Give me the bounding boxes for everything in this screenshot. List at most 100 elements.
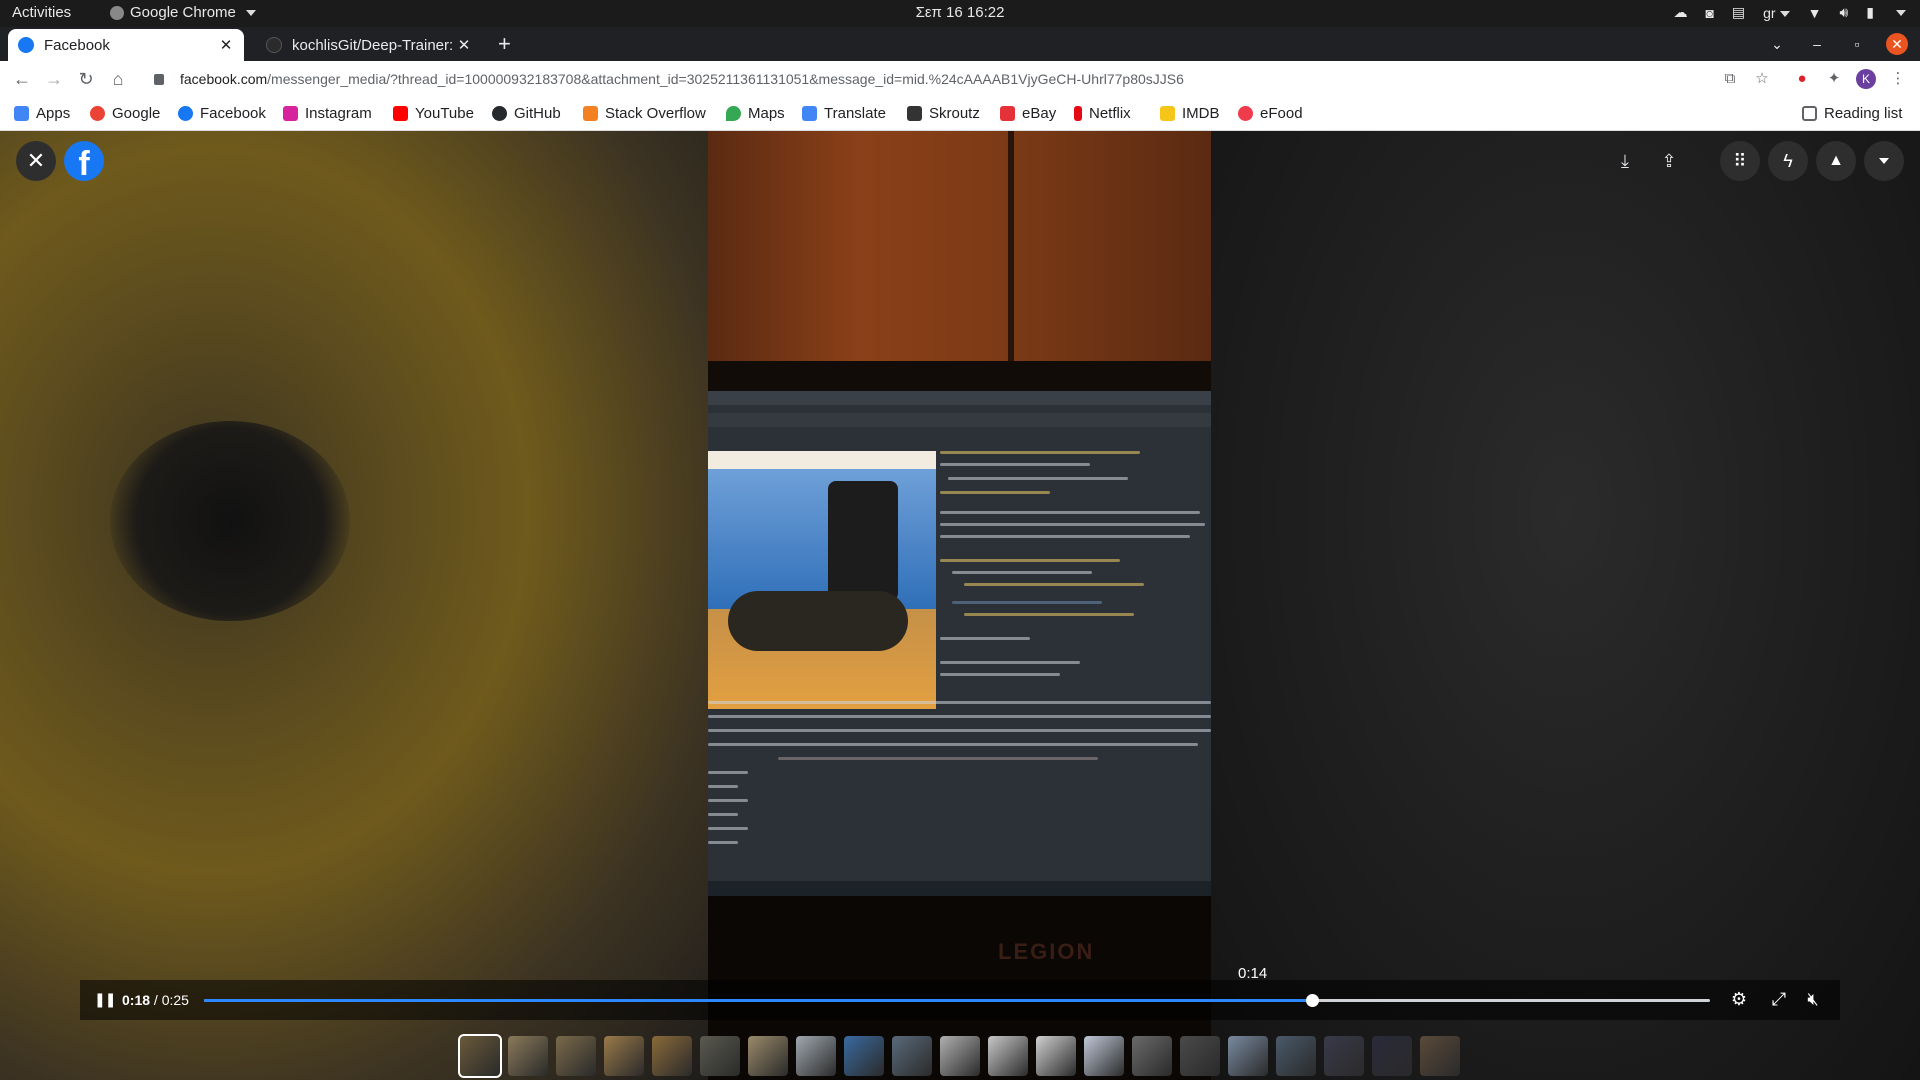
bookmark-stackoverflow[interactable]: Stack Overflow: [583, 105, 706, 122]
media-thumbnail[interactable]: [940, 1036, 980, 1076]
media-thumbnail[interactable]: [796, 1036, 836, 1076]
media-thumbnail[interactable]: [892, 1036, 932, 1076]
clock[interactable]: Σεπ 16 16:22: [0, 4, 1920, 21]
lock-icon[interactable]: [154, 73, 164, 85]
pause-button[interactable]: ❚❚: [94, 991, 116, 1008]
address-bar[interactable]: facebook.com/messenger_media/?thread_id=…: [140, 65, 1720, 93]
bookmark-imdb[interactable]: IMDB: [1160, 105, 1220, 122]
cloud-icon[interactable]: ☁: [1673, 4, 1687, 21]
media-thumbnail[interactable]: [652, 1036, 692, 1076]
url-host: facebook.com: [180, 71, 268, 87]
drive-icon[interactable]: ▤: [1732, 4, 1745, 21]
media-thumbnail[interactable]: [844, 1036, 884, 1076]
url-path: /messenger_media/?thread_id=100000932183…: [267, 71, 1184, 87]
tab-facebook[interactable]: Facebook ✕: [8, 29, 244, 61]
minimize-button[interactable]: –: [1806, 33, 1828, 55]
bookmark-netflix[interactable]: Netflix: [1074, 105, 1131, 122]
media-thumbnail[interactable]: [1132, 1036, 1172, 1076]
reading-list-button[interactable]: Reading list: [1802, 105, 1902, 122]
bookmark-youtube[interactable]: YouTube: [393, 105, 474, 122]
menu-button[interactable]: ⠿: [1720, 141, 1760, 181]
blurred-background-right: [1211, 131, 1920, 1080]
tab-github[interactable]: kochlisGit/Deep-Trainer: ✕: [256, 29, 482, 61]
blurred-background-left: [0, 131, 708, 1080]
settings-gear-icon[interactable]: ⚙: [1728, 989, 1750, 1010]
media-thumbnail[interactable]: [1420, 1036, 1460, 1076]
media-thumbnail-strip: [458, 1034, 1460, 1078]
video-player[interactable]: LEGION: [708, 131, 1211, 1080]
media-thumbnail[interactable]: [748, 1036, 788, 1076]
tab-search-icon[interactable]: ⌄: [1766, 33, 1788, 55]
bookmark-apps[interactable]: Apps: [14, 105, 70, 122]
volume-icon[interactable]: 🔊︎: [1839, 4, 1848, 21]
media-thumbnail[interactable]: [1084, 1036, 1124, 1076]
video-frame-monitor: [708, 391, 1211, 896]
close-tab-icon[interactable]: ✕: [218, 36, 234, 54]
instagram-icon: [283, 106, 298, 121]
bookmark-facebook[interactable]: Facebook: [178, 105, 266, 122]
discord-icon[interactable]: ◙: [1705, 5, 1713, 21]
messenger-button[interactable]: ϟ: [1768, 141, 1808, 181]
download-icon[interactable]: ⤓: [1612, 148, 1638, 174]
translate-page-icon[interactable]: ⧉: [1720, 69, 1740, 89]
legion-brand-text: LEGION: [998, 939, 1095, 964]
share-icon[interactable]: ⇪: [1656, 148, 1682, 174]
media-thumbnail[interactable]: [458, 1034, 502, 1078]
seek-hover-time: 0:14: [1238, 965, 1268, 982]
fullscreen-icon[interactable]: ⤢: [1768, 989, 1790, 1010]
facebook-logo[interactable]: f: [64, 141, 104, 181]
new-tab-button[interactable]: +: [498, 31, 511, 57]
seek-bar[interactable]: 0:14: [204, 965, 1710, 1007]
chrome-menu-icon[interactable]: ⋮: [1888, 69, 1908, 89]
media-thumbnail[interactable]: [1036, 1036, 1076, 1076]
bookmark-star-icon[interactable]: ☆: [1752, 69, 1772, 89]
stackoverflow-icon: [583, 106, 598, 121]
forward-button[interactable]: →: [42, 67, 66, 91]
close-window-button[interactable]: ✕: [1886, 33, 1908, 55]
media-thumbnail[interactable]: [508, 1036, 548, 1076]
bookmark-google[interactable]: Google: [90, 105, 160, 122]
close-viewer-button[interactable]: ✕: [16, 141, 56, 181]
seek-bar-handle[interactable]: [1306, 994, 1320, 1007]
bookmark-maps[interactable]: Maps: [726, 105, 785, 122]
system-tray[interactable]: ☁ ◙ ▤ gr ▼ 🔊︎ ▮: [1673, 4, 1906, 21]
bookmark-instagram[interactable]: Instagram: [283, 105, 372, 122]
mute-icon[interactable]: 🔇︎: [1802, 989, 1824, 1010]
imdb-icon: [1160, 106, 1175, 121]
maximize-button[interactable]: ▫: [1846, 33, 1868, 55]
media-thumbnail[interactable]: [1276, 1036, 1316, 1076]
extensions-puzzle-icon[interactable]: ✦: [1824, 69, 1844, 89]
media-thumbnail[interactable]: [604, 1036, 644, 1076]
home-button[interactable]: ⌂: [106, 67, 130, 91]
wifi-icon[interactable]: ▼: [1808, 5, 1822, 21]
video-frame-webcam-window: [708, 451, 936, 709]
media-thumbnail[interactable]: [988, 1036, 1028, 1076]
media-thumbnail[interactable]: [1228, 1036, 1268, 1076]
bookmark-ebay[interactable]: eBay: [1000, 105, 1056, 122]
menu-grid-icon: ⠿: [1733, 150, 1747, 171]
reload-button[interactable]: ↻: [74, 67, 98, 91]
system-menu-chevron-icon[interactable]: [1896, 9, 1906, 16]
bookmark-efood[interactable]: eFood: [1238, 105, 1303, 122]
battery-icon[interactable]: ▮: [1866, 4, 1874, 21]
back-button[interactable]: ←: [10, 67, 34, 91]
bookmark-skroutz[interactable]: Skroutz: [907, 105, 980, 122]
media-thumbnail[interactable]: [1180, 1036, 1220, 1076]
account-menu-button[interactable]: [1864, 141, 1904, 181]
opera-extension-icon[interactable]: ●: [1792, 69, 1812, 89]
bookmark-translate[interactable]: Translate: [802, 105, 886, 122]
duration: 0:25: [161, 992, 189, 1008]
profile-avatar[interactable]: K: [1856, 69, 1876, 89]
bookmark-github[interactable]: GitHub: [492, 105, 561, 122]
media-thumbnail[interactable]: [700, 1036, 740, 1076]
notifications-button[interactable]: ▲: [1816, 141, 1856, 181]
facebook-f-icon: f: [78, 145, 90, 181]
close-tab-icon[interactable]: ✕: [456, 36, 472, 54]
current-time: 0:18: [122, 992, 151, 1008]
bell-icon: ▲: [1828, 152, 1844, 169]
media-thumbnail[interactable]: [1372, 1036, 1412, 1076]
keyboard-layout[interactable]: gr: [1763, 5, 1790, 21]
media-thumbnail[interactable]: [1324, 1036, 1364, 1076]
media-thumbnail[interactable]: [556, 1036, 596, 1076]
reading-list-icon: [1802, 106, 1817, 121]
